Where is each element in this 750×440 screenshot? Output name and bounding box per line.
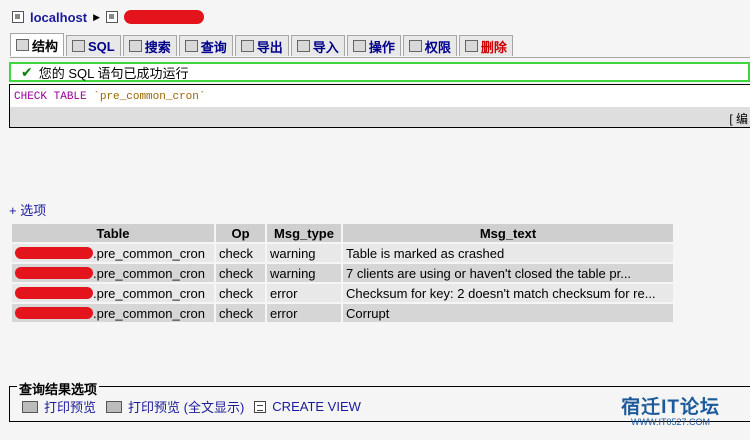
search-icon xyxy=(128,40,142,52)
tab-operations[interactable]: 操作 xyxy=(346,35,401,56)
cell-msg-type: warning xyxy=(267,244,341,262)
operations-icon xyxy=(352,40,366,52)
tab-label: 删除 xyxy=(480,39,507,55)
options-toggle[interactable]: + 选项 xyxy=(9,200,46,219)
tab-drop[interactable]: 删除 xyxy=(458,35,513,56)
print-view-label: 打印预览 xyxy=(44,400,97,415)
cell-msg-text: Checksum for key: 2 doesn't match checks… xyxy=(343,284,673,302)
cell-msg-text: 7 clients are using or haven't closed th… xyxy=(343,264,673,282)
breadcrumb-separator-icon: ▶ xyxy=(93,11,100,22)
server-icon xyxy=(12,11,24,23)
result-table: Table Op Msg_type Msg_text .pre_common_c… xyxy=(10,222,675,324)
tab-privileges[interactable]: 权限 xyxy=(402,35,457,56)
structure-icon xyxy=(16,39,29,51)
create-view-icon xyxy=(254,400,267,413)
breadcrumb: localhost ▶ xyxy=(12,9,204,25)
tab-import[interactable]: 导入 xyxy=(290,35,345,56)
watermark-sub: WWW.IT0527.COM xyxy=(631,417,711,427)
column-header-table[interactable]: Table xyxy=(12,224,214,242)
cell-table-text: .pre_common_cron xyxy=(93,245,205,261)
query-result-options-legend: 查询结果选项 xyxy=(17,379,100,398)
tab-label: 导出 xyxy=(256,39,283,55)
table-header-row: Table Op Msg_type Msg_text xyxy=(12,224,673,242)
sql-table-identifier: `pre_common_cron` xyxy=(93,91,206,103)
import-icon xyxy=(296,40,310,52)
watermark-logo: 宿迁IT论坛 WWW.IT0527.COM xyxy=(621,392,720,427)
query-icon xyxy=(184,40,198,52)
tab-label: 查询 xyxy=(200,39,227,55)
cell-table: .pre_common_cron xyxy=(12,264,214,282)
column-header-msg-type[interactable]: Msg_type xyxy=(267,224,341,242)
tab-search[interactable]: 搜索 xyxy=(122,35,177,56)
watermark-main: 宿迁IT论坛 xyxy=(621,397,720,418)
export-icon xyxy=(240,40,254,52)
cell-table-text: .pre_common_cron xyxy=(93,305,205,321)
tab-label: 搜索 xyxy=(144,39,171,55)
drop-icon xyxy=(464,40,478,52)
tab-label: 权限 xyxy=(424,39,451,55)
tab-label: 结构 xyxy=(32,38,59,54)
print-view-full-link[interactable]: 打印预览 (全文显示) xyxy=(106,397,244,416)
checkmark-icon: ✔ xyxy=(21,63,33,80)
printer-icon xyxy=(106,400,123,413)
query-result-links: 打印预览 打印预览 (全文显示) CREATE VIEW xyxy=(22,397,361,416)
table-row: .pre_common_cron check warning Table is … xyxy=(12,244,673,262)
redacted-prefix xyxy=(15,287,93,299)
sql-query-text: CHECK TABLE `pre_common_cron` xyxy=(14,91,205,103)
tab-export[interactable]: 导出 xyxy=(234,35,289,56)
cell-table: .pre_common_cron xyxy=(12,304,214,322)
tab-label: 导入 xyxy=(312,39,339,55)
tab-bar: 结构 SQL 搜索 查询 导出 导入 操作 权限 删除 xyxy=(10,33,513,57)
cell-table-text: .pre_common_cron xyxy=(93,285,205,301)
cell-msg-text: Table is marked as crashed xyxy=(343,244,673,262)
redacted-database-name[interactable] xyxy=(124,10,204,24)
create-view-link[interactable]: CREATE VIEW xyxy=(254,399,361,414)
table-row: .pre_common_cron check error Corrupt xyxy=(12,304,673,322)
success-text: 您的 SQL 语句已成功运行 xyxy=(38,65,189,81)
cell-op: check xyxy=(216,264,265,282)
column-header-op[interactable]: Op xyxy=(216,224,265,242)
cell-op: check xyxy=(216,304,265,322)
tab-label: SQL xyxy=(88,38,115,54)
sql-query-box: CHECK TABLE `pre_common_cron` [ 编 xyxy=(9,84,750,128)
print-view-full-label: 打印预览 (全文显示) xyxy=(128,400,245,415)
create-view-label: CREATE VIEW xyxy=(272,399,361,414)
cell-msg-type: error xyxy=(267,284,341,302)
printer-icon xyxy=(22,400,38,413)
privileges-icon xyxy=(408,40,422,52)
cell-table: .pre_common_cron xyxy=(12,244,214,262)
table-row: .pre_common_cron check error Checksum fo… xyxy=(12,284,673,302)
tab-label: 操作 xyxy=(368,39,395,55)
tab-structure[interactable]: 结构 xyxy=(10,33,65,56)
cell-op: check xyxy=(216,284,265,302)
cell-msg-type: error xyxy=(267,304,341,322)
success-message: ✔ 您的 SQL 语句已成功运行 xyxy=(9,62,750,82)
cell-table-text: .pre_common_cron xyxy=(93,265,205,281)
sql-edit-link[interactable]: [ 编 xyxy=(729,110,748,127)
sql-icon xyxy=(72,40,86,52)
redacted-prefix xyxy=(15,307,93,319)
sql-keyword-table: TABLE xyxy=(53,91,87,103)
cell-op: check xyxy=(216,244,265,262)
tab-query[interactable]: 查询 xyxy=(178,35,233,56)
sql-action-bar: [ 编 xyxy=(10,107,750,127)
print-view-link[interactable]: 打印预览 xyxy=(22,397,96,416)
cell-msg-type: warning xyxy=(267,264,341,282)
cell-msg-text: Corrupt xyxy=(343,304,673,322)
redacted-prefix xyxy=(15,267,93,279)
column-header-msg-text[interactable]: Msg_text xyxy=(343,224,673,242)
breadcrumb-server-link[interactable]: localhost xyxy=(30,10,87,25)
redacted-prefix xyxy=(15,247,93,259)
tab-sql[interactable]: SQL xyxy=(66,35,121,56)
table-row: .pre_common_cron check warning 7 clients… xyxy=(12,264,673,282)
tab-divider xyxy=(10,57,750,58)
database-icon xyxy=(106,11,118,23)
cell-table: .pre_common_cron xyxy=(12,284,214,302)
sql-keyword-check: CHECK xyxy=(14,91,48,103)
